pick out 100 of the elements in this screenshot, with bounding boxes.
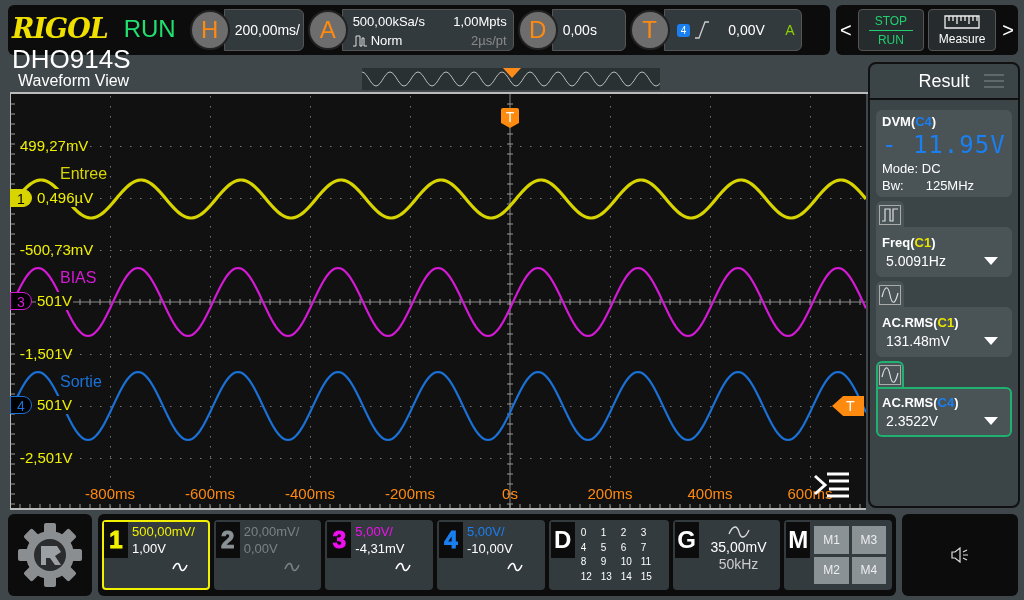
channel-scale: 5,00V/ [467,524,506,539]
dvm-mode: Mode: DC [882,161,942,176]
offset-label: 501V [36,396,74,414]
voltage-label: -1,501V [20,344,73,364]
generator-key: G [674,522,699,558]
time-label: -800ms [84,485,136,502]
channel-marker[interactable]: 3 [10,292,32,310]
channel-marker[interactable]: 4 [10,396,32,414]
dvm-reading: - 11.95V [882,131,1006,159]
stop-run-button[interactable]: STOP RUN [857,9,924,51]
trigger-position-icon [503,68,521,78]
measurement-icon [879,285,901,305]
time-label: 0s [501,485,519,502]
digital-channel-number: 9 [600,555,608,569]
generator-frequency: 50kHz [718,556,759,572]
measurement-icon-tab[interactable] [876,201,904,227]
measurement-icon [879,205,901,225]
digital-channel-number: 15 [640,569,653,584]
time-label: 200ms [586,485,634,502]
timebase-field[interactable]: 200,00ms/ [223,9,304,51]
ac-coupling-icon [507,562,523,572]
trigger-level: 0,00V [728,22,766,38]
dropdown-caret-icon[interactable] [984,337,998,345]
channel-number: 3 [327,522,352,558]
channel-offset: -10,00V [467,541,514,556]
result-name: AC.RMS(C4) [882,395,959,410]
offset-label: 501V [36,292,74,310]
time-label: -200ms [384,485,436,502]
bandwidth-label: Bw: [882,178,904,193]
time-label: -600ms [184,485,236,502]
run-status: RUN [123,15,176,43]
result-name: DVM(C4) [882,114,938,129]
dvm-card[interactable]: DVM(C4) - 11.95V Mode: DC Bw: 125MHz [876,110,1012,197]
digital-channel-number: 4 [580,540,588,555]
previous-button[interactable]: < [838,18,854,42]
run-label: RUN [877,32,904,47]
measurement-icon-tab[interactable] [876,281,904,307]
measurement-card[interactable]: Freq(C1) 5.0091Hz [876,227,1012,277]
measure-button[interactable]: Measure [928,9,997,51]
digital-key: D [550,522,575,558]
digital-channel-number: 11 [640,555,653,569]
acquisition-panel[interactable]: 500,00kSa/s 1,00Mpts Norm 2µs/pt [341,9,514,51]
result-name: AC.RMS(C1) [882,315,959,330]
digital-channel-number: 2 [620,526,628,540]
measure-label: Measure [938,31,986,46]
dropdown-caret-icon[interactable] [984,257,998,265]
model-name: DHO914S [12,46,131,72]
ruler-icon [944,14,981,29]
measurement-card[interactable]: AC.RMS(C1) 131.48mV [876,307,1012,357]
voltage-label: -500,73mV [20,240,94,260]
dropdown-caret-icon[interactable] [984,417,998,425]
acquisition-mode: Norm [370,33,403,48]
measurement-value: 2.3522V [886,413,939,429]
rising-edge-icon [694,21,711,39]
time-label: 600ms [786,485,834,502]
speaker-icon[interactable] [951,547,969,563]
digital-channel-number: 3 [640,526,648,540]
digital-channel-number: 7 [640,540,648,555]
delay-field[interactable]: 0,00s [551,9,626,51]
channel-scale: 20,00mV/ [243,524,300,539]
channel-offset: 0,00V [243,541,279,556]
ac-coupling-icon [395,562,412,572]
digital-channel-number: 0 [580,526,588,540]
digital-card[interactable]: D 0 1 2 3 4 5 6 7 8 9 10 11 12 13 14 15 [548,520,669,590]
digital-channel-number: 13 [600,569,613,584]
channel-scale: 5,00V/ [355,524,394,539]
voltage-label: -2,501V [20,448,73,468]
trigger-panel[interactable]: 4 0,00V A [663,9,802,51]
trace-label: Entree [60,164,108,184]
stop-label: STOP [874,13,908,28]
measurement-card[interactable]: AC.RMS(C4) 2.3522V [876,387,1012,437]
sine-icon [727,526,750,538]
bandwidth-value: 125MHz [925,178,975,193]
digital-channel-number: 8 [580,555,588,569]
memory-depth: 1,00Mpts [453,14,507,29]
channel-number: 2 [215,522,240,558]
channel-marker[interactable]: 1 [10,189,32,207]
digital-channel-number: 14 [620,569,633,584]
channel-number: 4 [439,522,463,558]
pulse-icon [352,34,367,47]
gear-icon[interactable] [17,522,83,588]
sample-rate: 500,00kSa/s [352,14,425,29]
channel-offset: -4,31mV [355,541,406,556]
generator-card[interactable]: G 35,00mV 50kHz [672,520,781,590]
channel-number: 1 [104,522,128,558]
view-title: Waveform View [18,72,131,90]
measurement-value: 5.0091Hz [886,253,946,269]
measurement-icon-tab[interactable] [876,361,904,387]
result-name: Freq(C1) [882,235,936,250]
measurement-value: 131.48mV [886,333,950,349]
channel-scale: 500,00mV/ [132,524,195,539]
generator-amplitude: 35,00mV [710,539,767,555]
time-per-point: 2µs/pt [470,33,507,48]
digital-channel-number: 12 [580,569,593,584]
digital-channel-number: 1 [600,526,608,540]
waveform-overview[interactable] [362,68,660,90]
math-key: M [786,522,811,558]
voltage-label: 499,27mV [20,136,89,156]
trace-label: Sortie [60,372,102,392]
next-button[interactable]: > [1000,18,1016,42]
